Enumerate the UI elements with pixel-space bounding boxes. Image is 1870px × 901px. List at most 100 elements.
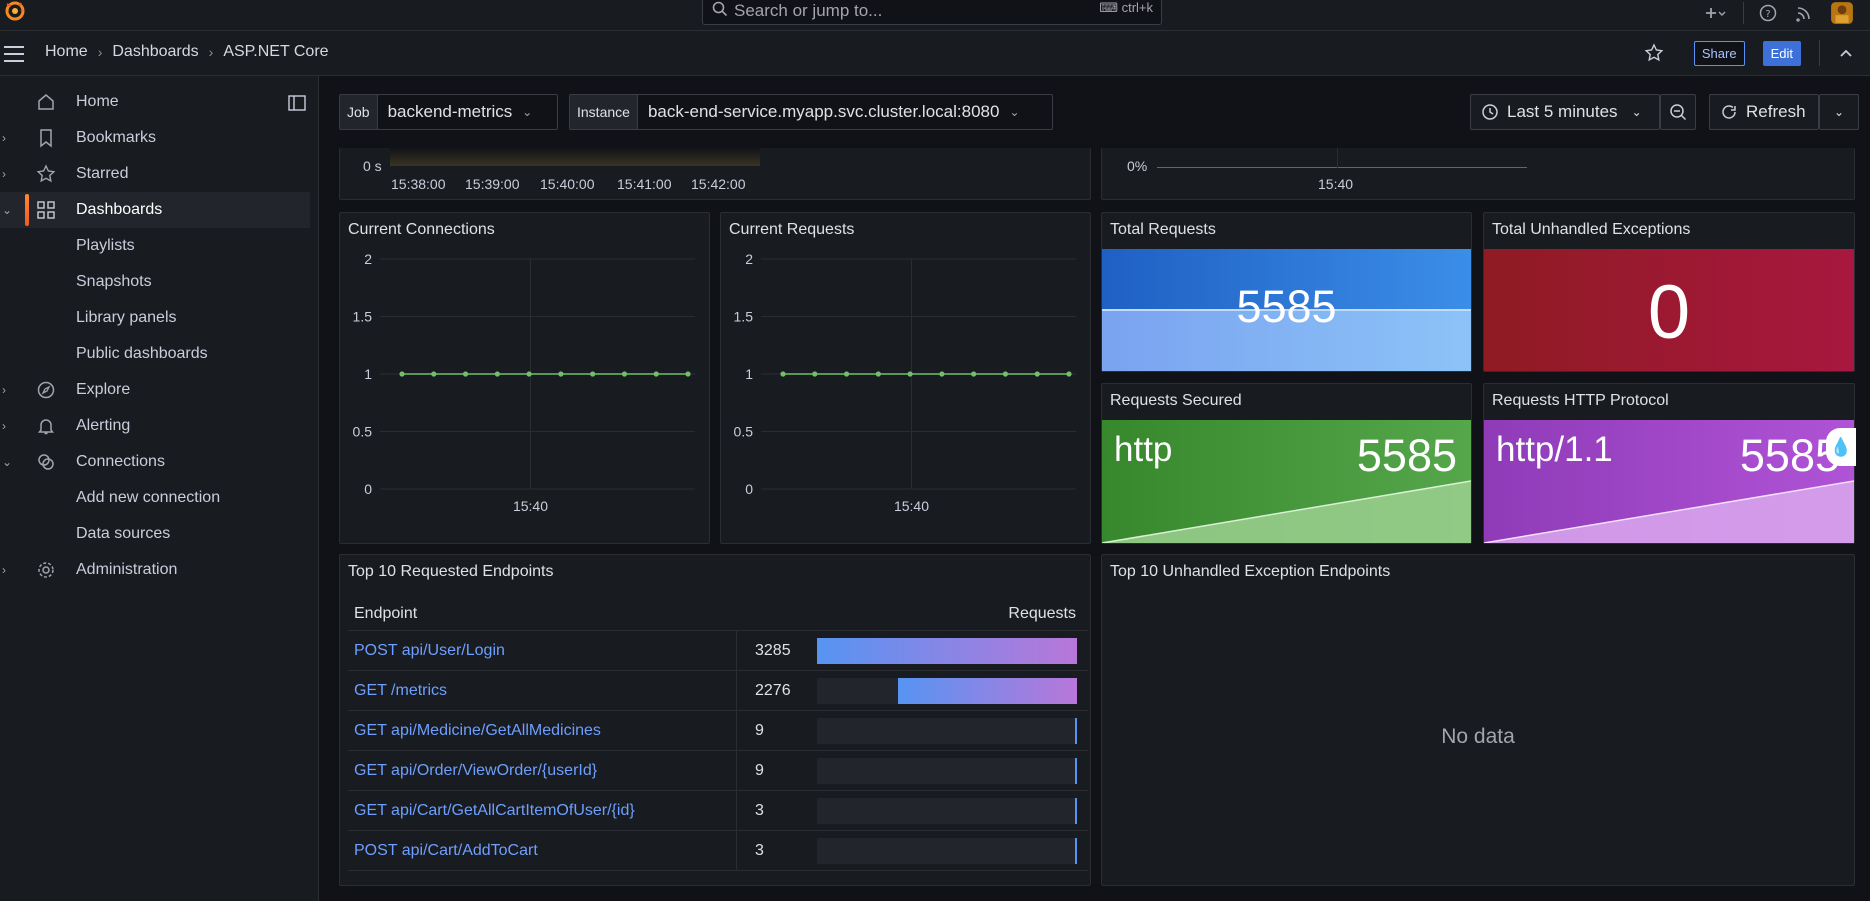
refresh-button[interactable]: Refresh [1709, 94, 1819, 130]
top-requested-endpoints-panel[interactable]: Top 10 Requested Endpoints Endpoint Requ… [339, 554, 1091, 886]
data-point[interactable] [875, 371, 881, 377]
edit-button[interactable]: Edit [1762, 40, 1801, 66]
sidebar-item-dashboards[interactable]: ⌄ Dashboards [0, 192, 310, 228]
data-point[interactable] [494, 371, 500, 377]
nav-divider [1819, 40, 1820, 66]
data-point[interactable] [907, 371, 913, 377]
request-gauge-fill [897, 677, 1077, 704]
data-point[interactable] [558, 371, 564, 377]
requests-secured-panel[interactable]: Requests Secured http 5585 [1101, 383, 1472, 544]
endpoint-link[interactable]: GET /metrics [348, 671, 737, 710]
no-data-message: No data [1441, 725, 1515, 748]
sidebar-item-library-panels[interactable]: Library panels [0, 300, 310, 336]
topbar-actions: ? [1687, 0, 1870, 25]
data-point[interactable] [1002, 371, 1009, 377]
current-requests-panel[interactable]: Current Requests 0 0.5 1 1.5 2 15:40 [720, 212, 1091, 544]
partial-panel-right: 0% 15:40 [1101, 148, 1855, 200]
chevron-down-icon[interactable]: ⌄ [2, 455, 12, 469]
total-requests-panel[interactable]: Total Requests 5585 [1101, 212, 1472, 372]
time-range-picker[interactable]: Last 5 minutes ⌄ [1470, 94, 1660, 130]
data-point[interactable] [843, 371, 850, 377]
instance-variable-select[interactable]: Instance back-end-service.myapp.svc.clus… [569, 94, 1053, 130]
sidebar-item-explore[interactable]: › Explore [0, 372, 310, 408]
sidebar: Home › Bookmarks › Starred ⌄ Dashboards … [0, 76, 319, 901]
data-point[interactable] [621, 371, 628, 377]
data-point[interactable] [780, 371, 786, 377]
help-icon[interactable]: ? [1758, 3, 1778, 23]
sidebar-item-bookmarks[interactable]: › Bookmarks [0, 120, 310, 156]
data-point[interactable] [590, 371, 596, 377]
data-point[interactable] [685, 371, 691, 377]
data-point[interactable] [462, 371, 469, 377]
sidebar-item-connections[interactable]: ⌄ Connections [0, 444, 310, 480]
chevron-right-icon[interactable]: › [2, 167, 6, 181]
sidebar-item-public-dashboards[interactable]: Public dashboards [0, 336, 310, 372]
sidebar-item-home[interactable]: Home [0, 84, 310, 120]
data-point[interactable] [812, 371, 818, 377]
search-bar[interactable]: Search or jump to... ⌨ ctrl+k [702, 0, 1162, 25]
top-unhandled-exception-endpoints-panel[interactable]: Top 10 Unhandled Exception Endpoints No … [1101, 554, 1855, 886]
breadcrumb-dashboards[interactable]: Dashboards [112, 43, 198, 61]
total-unhandled-exceptions-panel[interactable]: Total Unhandled Exceptions 0 [1483, 212, 1855, 372]
column-header-endpoint[interactable]: Endpoint [348, 605, 737, 623]
requests-http-protocol-panel[interactable]: Requests HTTP Protocol http/1.1 5585 💧 [1483, 383, 1856, 544]
news-feed-icon[interactable] [1794, 3, 1814, 23]
sidebar-item-administration[interactable]: › Administration [0, 552, 310, 588]
dashboard-nav-bar: Home › Dashboards › ASP.NET Core Share E… [0, 31, 1870, 76]
chevron-down-icon: ⌄ [1833, 105, 1845, 119]
data-point[interactable] [431, 371, 437, 377]
current-connections-panel[interactable]: Current Connections 0 0.5 1 1.5 2 15:40 [339, 212, 710, 544]
sidebar-item-starred[interactable]: › Starred [0, 156, 310, 192]
user-avatar-icon[interactable] [1830, 1, 1854, 25]
sidebar-item-label: Public dashboards [76, 345, 208, 362]
share-button[interactable]: Share [1693, 40, 1745, 66]
data-point[interactable] [399, 371, 405, 377]
sidebar-item-playlists[interactable]: Playlists [0, 228, 310, 264]
chevron-right-icon[interactable]: › [2, 131, 6, 145]
endpoint-link[interactable]: GET api/Order/ViewOrder/{userId} [348, 751, 737, 790]
sidebar-item-snapshots[interactable]: Snapshots [0, 264, 310, 300]
star-icon[interactable] [1644, 43, 1664, 63]
chevron-up-icon[interactable] [1838, 45, 1854, 61]
sidebar-item-label: Playlists [76, 237, 135, 254]
compass-icon [37, 381, 55, 399]
request-gauge-fill [817, 637, 1077, 664]
chevron-down-icon: ⌄ [1009, 105, 1020, 119]
data-point[interactable] [526, 371, 532, 377]
y-tick-label: 0 [745, 481, 753, 497]
sidebar-item-alerting[interactable]: › Alerting [0, 408, 310, 444]
sidebar-item-label: Library panels [76, 309, 177, 326]
chevron-right-icon[interactable]: › [2, 563, 6, 577]
x-tick-label: 15:41:00 [617, 176, 672, 192]
x-tick-label: 15:40 [894, 498, 929, 514]
refresh-interval-button[interactable]: ⌄ [1819, 94, 1859, 130]
chevron-right-icon[interactable]: › [2, 383, 6, 397]
data-point[interactable] [971, 371, 977, 377]
job-variable-select[interactable]: Job backend-metrics ⌄ [339, 94, 558, 130]
secured-value: 5585 [1356, 430, 1457, 481]
zero-line [1157, 167, 1527, 168]
column-header-requests[interactable]: Requests [1008, 605, 1088, 623]
endpoint-link[interactable]: POST api/Cart/AddToCart [348, 831, 737, 870]
sidebar-item-label: Add new connection [76, 489, 221, 506]
endpoint-link[interactable]: GET api/Medicine/GetAllMedicines [348, 711, 737, 750]
request-gauge [817, 757, 1077, 784]
chevron-right-icon[interactable]: › [2, 419, 6, 433]
x-tick-label: 15:38:00 [391, 176, 446, 192]
endpoint-link[interactable]: GET api/Cart/GetAllCartItemOfUser/{id} [348, 791, 737, 830]
data-point[interactable] [653, 371, 659, 377]
breadcrumb-home[interactable]: Home [45, 43, 88, 61]
add-new-icon[interactable] [1695, 3, 1729, 23]
stat-background: http 5585 [1102, 420, 1471, 543]
zoom-out-button[interactable] [1660, 94, 1696, 130]
data-point[interactable] [1034, 371, 1040, 377]
droplet-widget[interactable]: 💧 [1826, 428, 1856, 466]
chevron-down-icon[interactable]: ⌄ [2, 203, 12, 217]
endpoint-link[interactable]: POST api/User/Login [348, 631, 737, 670]
sidebar-item-add-new-connection[interactable]: Add new connection [0, 480, 310, 516]
sidebar-item-data-sources[interactable]: Data sources [0, 516, 310, 552]
data-point[interactable] [1066, 371, 1072, 377]
grafana-logo-icon[interactable] [4, 0, 26, 22]
data-point[interactable] [939, 371, 945, 377]
menu-toggle-icon[interactable] [3, 45, 25, 63]
